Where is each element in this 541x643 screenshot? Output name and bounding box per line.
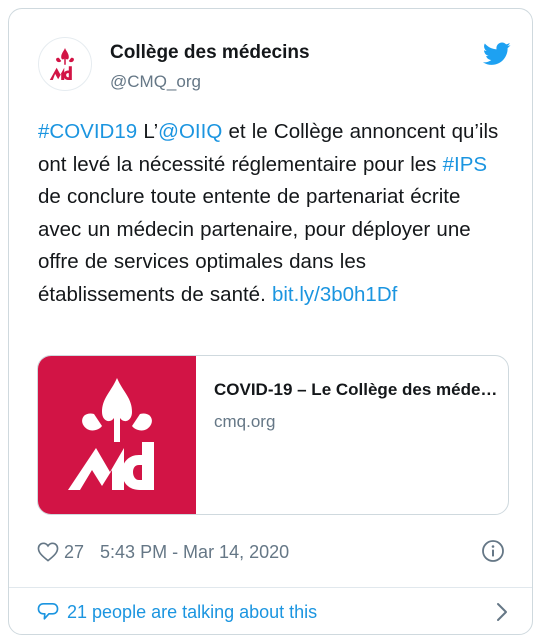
author-name[interactable]: Collège des médecins: [110, 42, 310, 64]
tweet-timestamp[interactable]: 5:43 PM - Mar 14, 2020: [100, 542, 289, 563]
preview-domain: cmq.org: [214, 412, 276, 431]
talking-count: 21 people are talking about this: [67, 601, 318, 622]
comment-bubble-icon: [37, 603, 59, 620]
link-preview-card[interactable]: COVID-19 – Le Collège des médecins cmq.o…: [37, 355, 509, 515]
tweet-text: #COVID19 L’@OIIQ et le Collège annoncent…: [38, 116, 508, 311]
cmq-logo-large-icon: [68, 378, 154, 490]
hashtag-ips[interactable]: #IPS: [443, 153, 487, 176]
tweet-link[interactable]: bit.ly/3b0h1Df: [272, 283, 397, 306]
author-handle[interactable]: @CMQ_org: [110, 72, 201, 92]
like-button[interactable]: [37, 542, 59, 562]
cmq-logo-icon: [49, 48, 74, 80]
tweet-text-part: de conclure toute entente de partenariat…: [38, 185, 471, 306]
heart-icon: [37, 542, 59, 562]
chevron-right-icon: [495, 602, 509, 627]
tweet-card: Collège des médecins @CMQ_org #COVID19 L…: [8, 8, 533, 635]
tweet-meta: 27 5:43 PM - Mar 14, 2020: [37, 539, 289, 565]
preview-title: COVID-19 – Le Collège des médecins: [214, 380, 499, 399]
twitter-bird-icon[interactable]: [482, 42, 511, 71]
like-count: 27: [64, 541, 85, 562]
divider: [9, 587, 532, 588]
info-icon[interactable]: [481, 539, 505, 568]
author-avatar[interactable]: [38, 37, 92, 91]
preview-image: [38, 356, 196, 514]
hashtag-covid19[interactable]: #COVID19: [38, 120, 137, 143]
tweet-text-part: L’: [137, 120, 159, 143]
mention-oiiq[interactable]: @OIIQ: [158, 120, 222, 143]
conversation-link[interactable]: 21 people are talking about this: [37, 599, 509, 625]
